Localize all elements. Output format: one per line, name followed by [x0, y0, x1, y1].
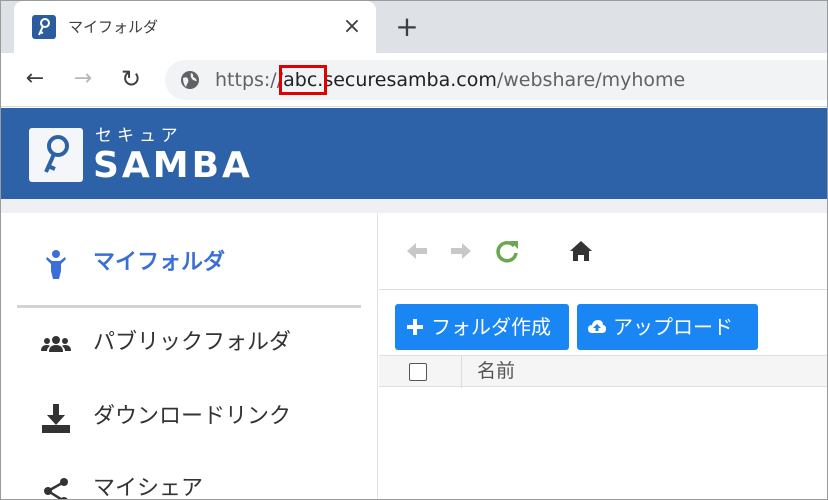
back-arrow-icon[interactable]: [403, 237, 431, 265]
file-table-header: 名前: [379, 355, 827, 388]
sidebar-item-public-folder[interactable]: パブリックフォルダ: [1, 313, 378, 373]
reload-icon[interactable]: ↻: [117, 65, 145, 93]
sidebar-divider: [17, 305, 361, 308]
create-folder-button[interactable]: フォルダ作成: [395, 304, 569, 350]
sidebar-item-label: マイフォルダ: [93, 250, 226, 275]
brand-kana: セキュア: [95, 126, 183, 146]
download-icon: [42, 404, 70, 433]
globe-icon: [181, 71, 199, 89]
url-scheme: https://: [215, 69, 284, 91]
favicon-icon: [32, 15, 56, 39]
new-tab-button[interactable]: +: [393, 13, 421, 41]
url-path: /webshare/myhome: [496, 69, 686, 91]
refresh-icon[interactable]: [493, 237, 521, 265]
browser-tab[interactable]: マイフォルダ ×: [14, 1, 376, 53]
users-icon: [41, 336, 71, 352]
key-logo-icon: [29, 128, 83, 182]
tab-strip: マイフォルダ × +: [1, 1, 827, 53]
home-icon[interactable]: [567, 237, 595, 265]
app-header: セキュア SAMBA: [1, 108, 827, 199]
sidebar-item-my-share[interactable]: マイシェア: [1, 459, 378, 500]
select-all-checkbox[interactable]: [409, 363, 427, 381]
forward-arrow-icon[interactable]: →: [69, 65, 97, 93]
sidebar: マイフォルダ パブリックフォルダ ダウンロードリンク マイシェア: [1, 213, 378, 500]
upload-button[interactable]: アップロード: [577, 304, 758, 350]
toolbar-divider: [379, 289, 827, 290]
sidebar-item-label: マイシェア: [93, 476, 204, 500]
browser-window: マイフォルダ × + ← → ↻ https://abc.securesamba…: [0, 0, 828, 500]
share-icon: [44, 478, 68, 499]
create-folder-label: フォルダ作成: [431, 315, 551, 339]
tab-close-icon[interactable]: ×: [340, 15, 364, 39]
sidebar-item-download-link[interactable]: ダウンロードリンク: [1, 387, 378, 447]
upload-label: アップロード: [613, 315, 733, 339]
forward-arrow-icon[interactable]: [447, 237, 475, 265]
sidebar-item-label: ダウンロードリンク: [93, 404, 292, 429]
header-spacer: [1, 199, 827, 213]
plus-icon: [407, 319, 423, 335]
sidebar-item-my-folder[interactable]: マイフォルダ: [1, 233, 378, 293]
cloud-upload-icon: [588, 320, 606, 333]
person-icon: [46, 250, 66, 279]
url-highlight: abc.: [279, 65, 328, 95]
url-text: https://abc.securesamba.com/webshare/myh…: [215, 65, 686, 95]
back-arrow-icon[interactable]: ←: [21, 65, 49, 93]
tab-title: マイフォルダ: [68, 18, 159, 36]
address-bar[interactable]: https://abc.securesamba.com/webshare/myh…: [165, 60, 827, 100]
sidebar-item-label: パブリックフォルダ: [93, 330, 292, 355]
column-divider: [461, 356, 462, 388]
brand-wordmark: SAMBA: [93, 145, 253, 186]
column-header-name[interactable]: 名前: [477, 359, 515, 383]
url-domain: securesamba.com: [323, 69, 497, 91]
browser-toolbar: ← → ↻ https://abc.securesamba.com/websha…: [1, 53, 827, 107]
main-panel: フォルダ作成 アップロード 名前: [379, 213, 827, 499]
